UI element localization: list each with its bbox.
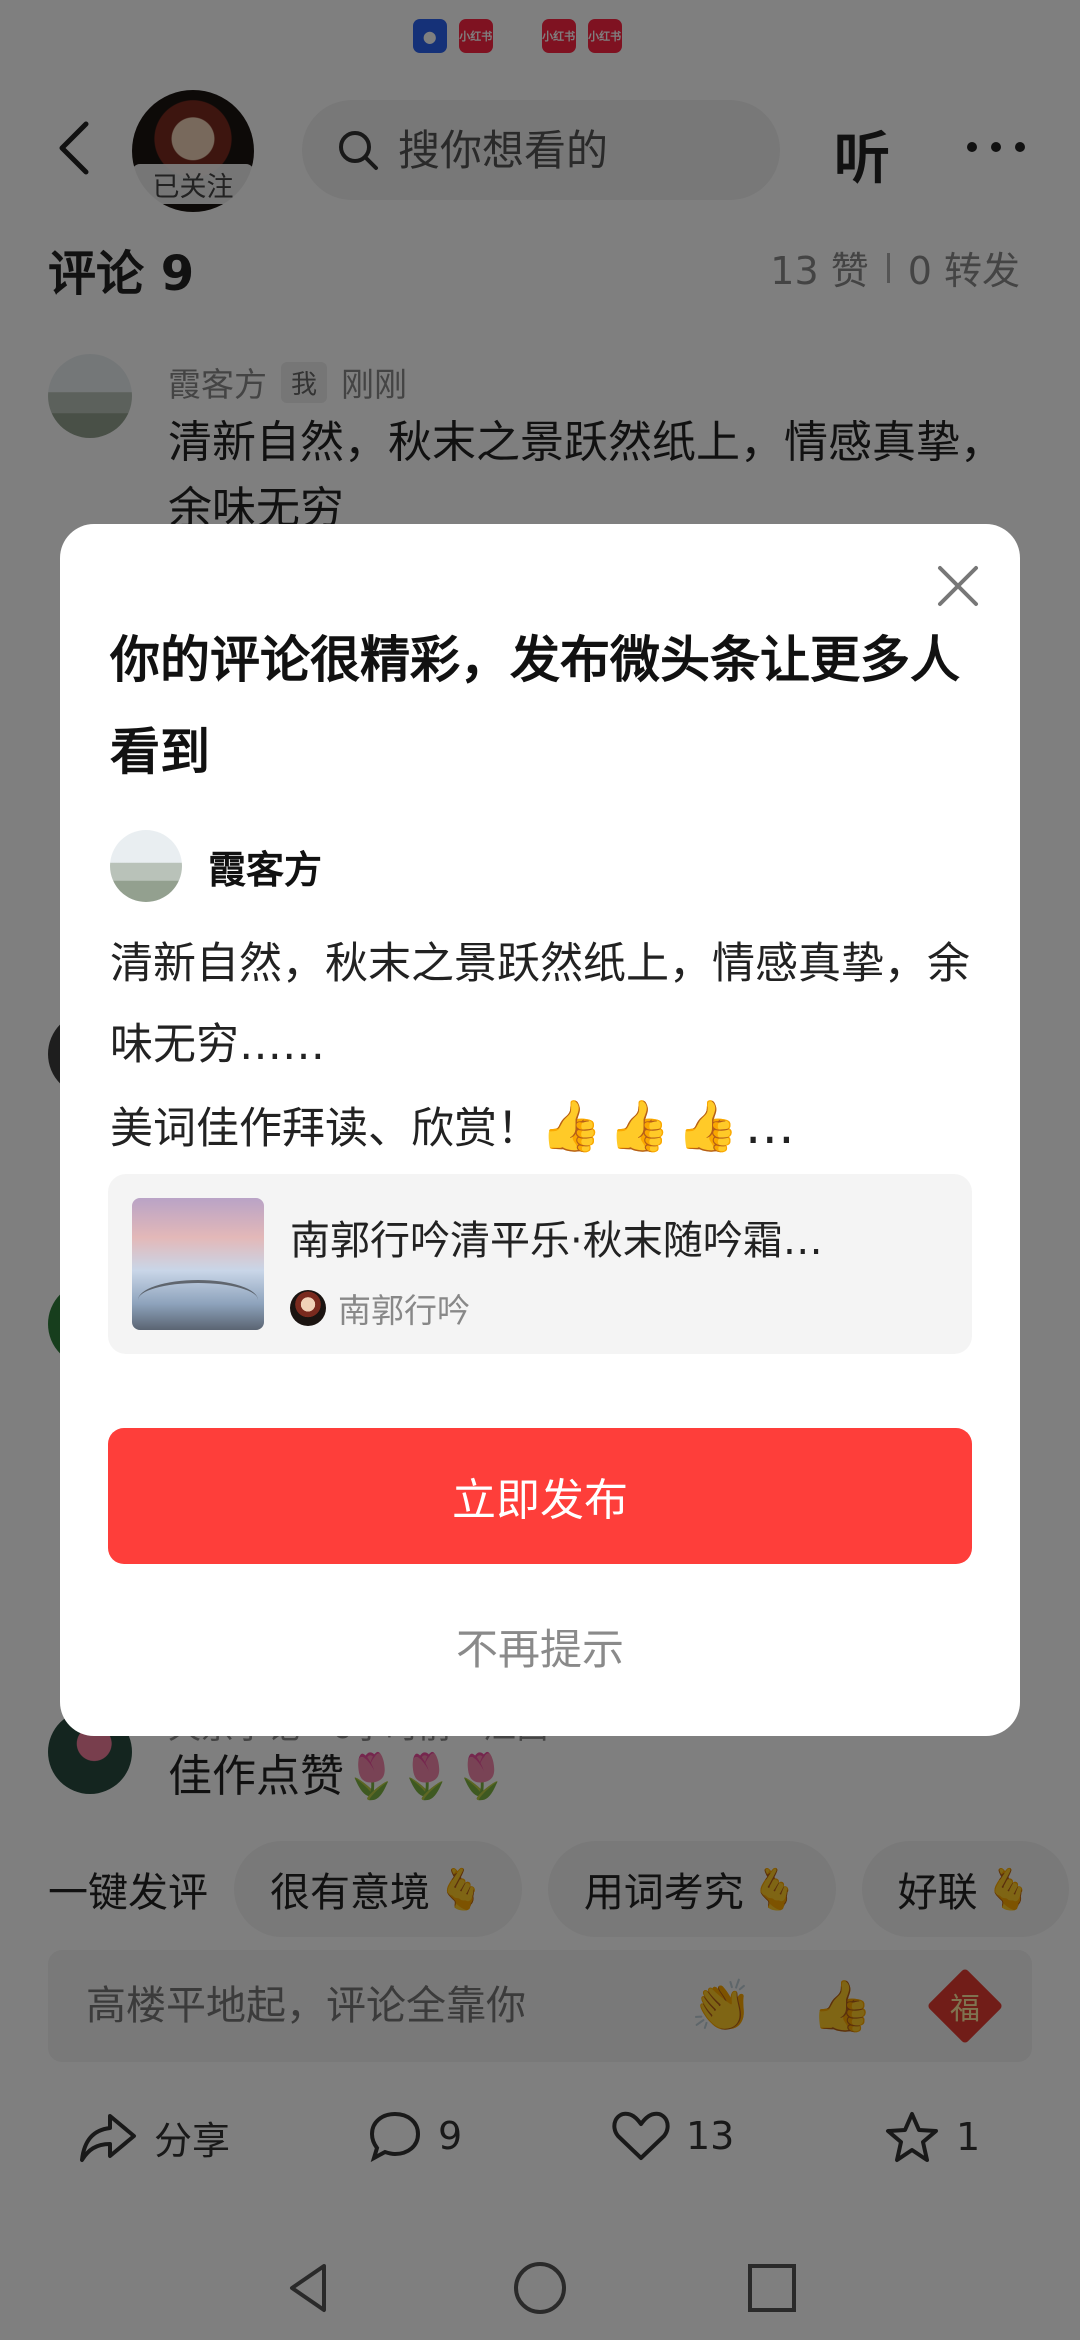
article-author-name: 南郭行吟 <box>338 1291 470 1330</box>
comment-line-text: 美词佳作拜读、欣赏！ <box>110 1104 540 1154</box>
tree-silhouette <box>138 1280 258 1320</box>
thumbs-up-emojis: 👍👍👍… <box>540 1097 801 1155</box>
user-name: 霞客方 <box>208 847 323 892</box>
user-avatar <box>110 830 182 902</box>
dialog-comment-text: 清新自然，秋末之景跃然纸上，情感真挚，余味无穷…… 美词佳作拜读、欣赏！👍👍👍… <box>110 924 980 1170</box>
dont-show-again-link[interactable]: 不再提示 <box>60 1616 1020 1677</box>
author-avatar <box>290 1290 326 1326</box>
article-author: 南郭行吟 <box>290 1284 470 1332</box>
comment-line-2: 美词佳作拜读、欣赏！👍👍👍… <box>110 1086 980 1170</box>
publish-dialog: 你的评论很精彩，发布微头条让更多人看到 霞客方 清新自然，秋末之景跃然纸上，情感… <box>60 524 1020 1736</box>
article-title: 南郭行吟清平乐·秋末随吟霜… <box>290 1218 823 1264</box>
screen: Singtel|CMCC ● 小红书 G 小红书 小红书 ··· 已关注 听 评… <box>0 0 1080 2340</box>
article-card[interactable]: 南郭行吟清平乐·秋末随吟霜… 南郭行吟 <box>108 1174 972 1354</box>
dialog-user: 霞客方 <box>110 830 322 902</box>
comment-line: 清新自然，秋末之景跃然纸上，情感真挚，余味无穷…… <box>110 939 970 1070</box>
dialog-title: 你的评论很精彩，发布微头条让更多人看到 <box>110 631 960 781</box>
publish-now-button[interactable]: 立即发布 <box>108 1428 972 1564</box>
close-icon[interactable] <box>932 560 984 612</box>
article-thumbnail <box>132 1198 264 1330</box>
